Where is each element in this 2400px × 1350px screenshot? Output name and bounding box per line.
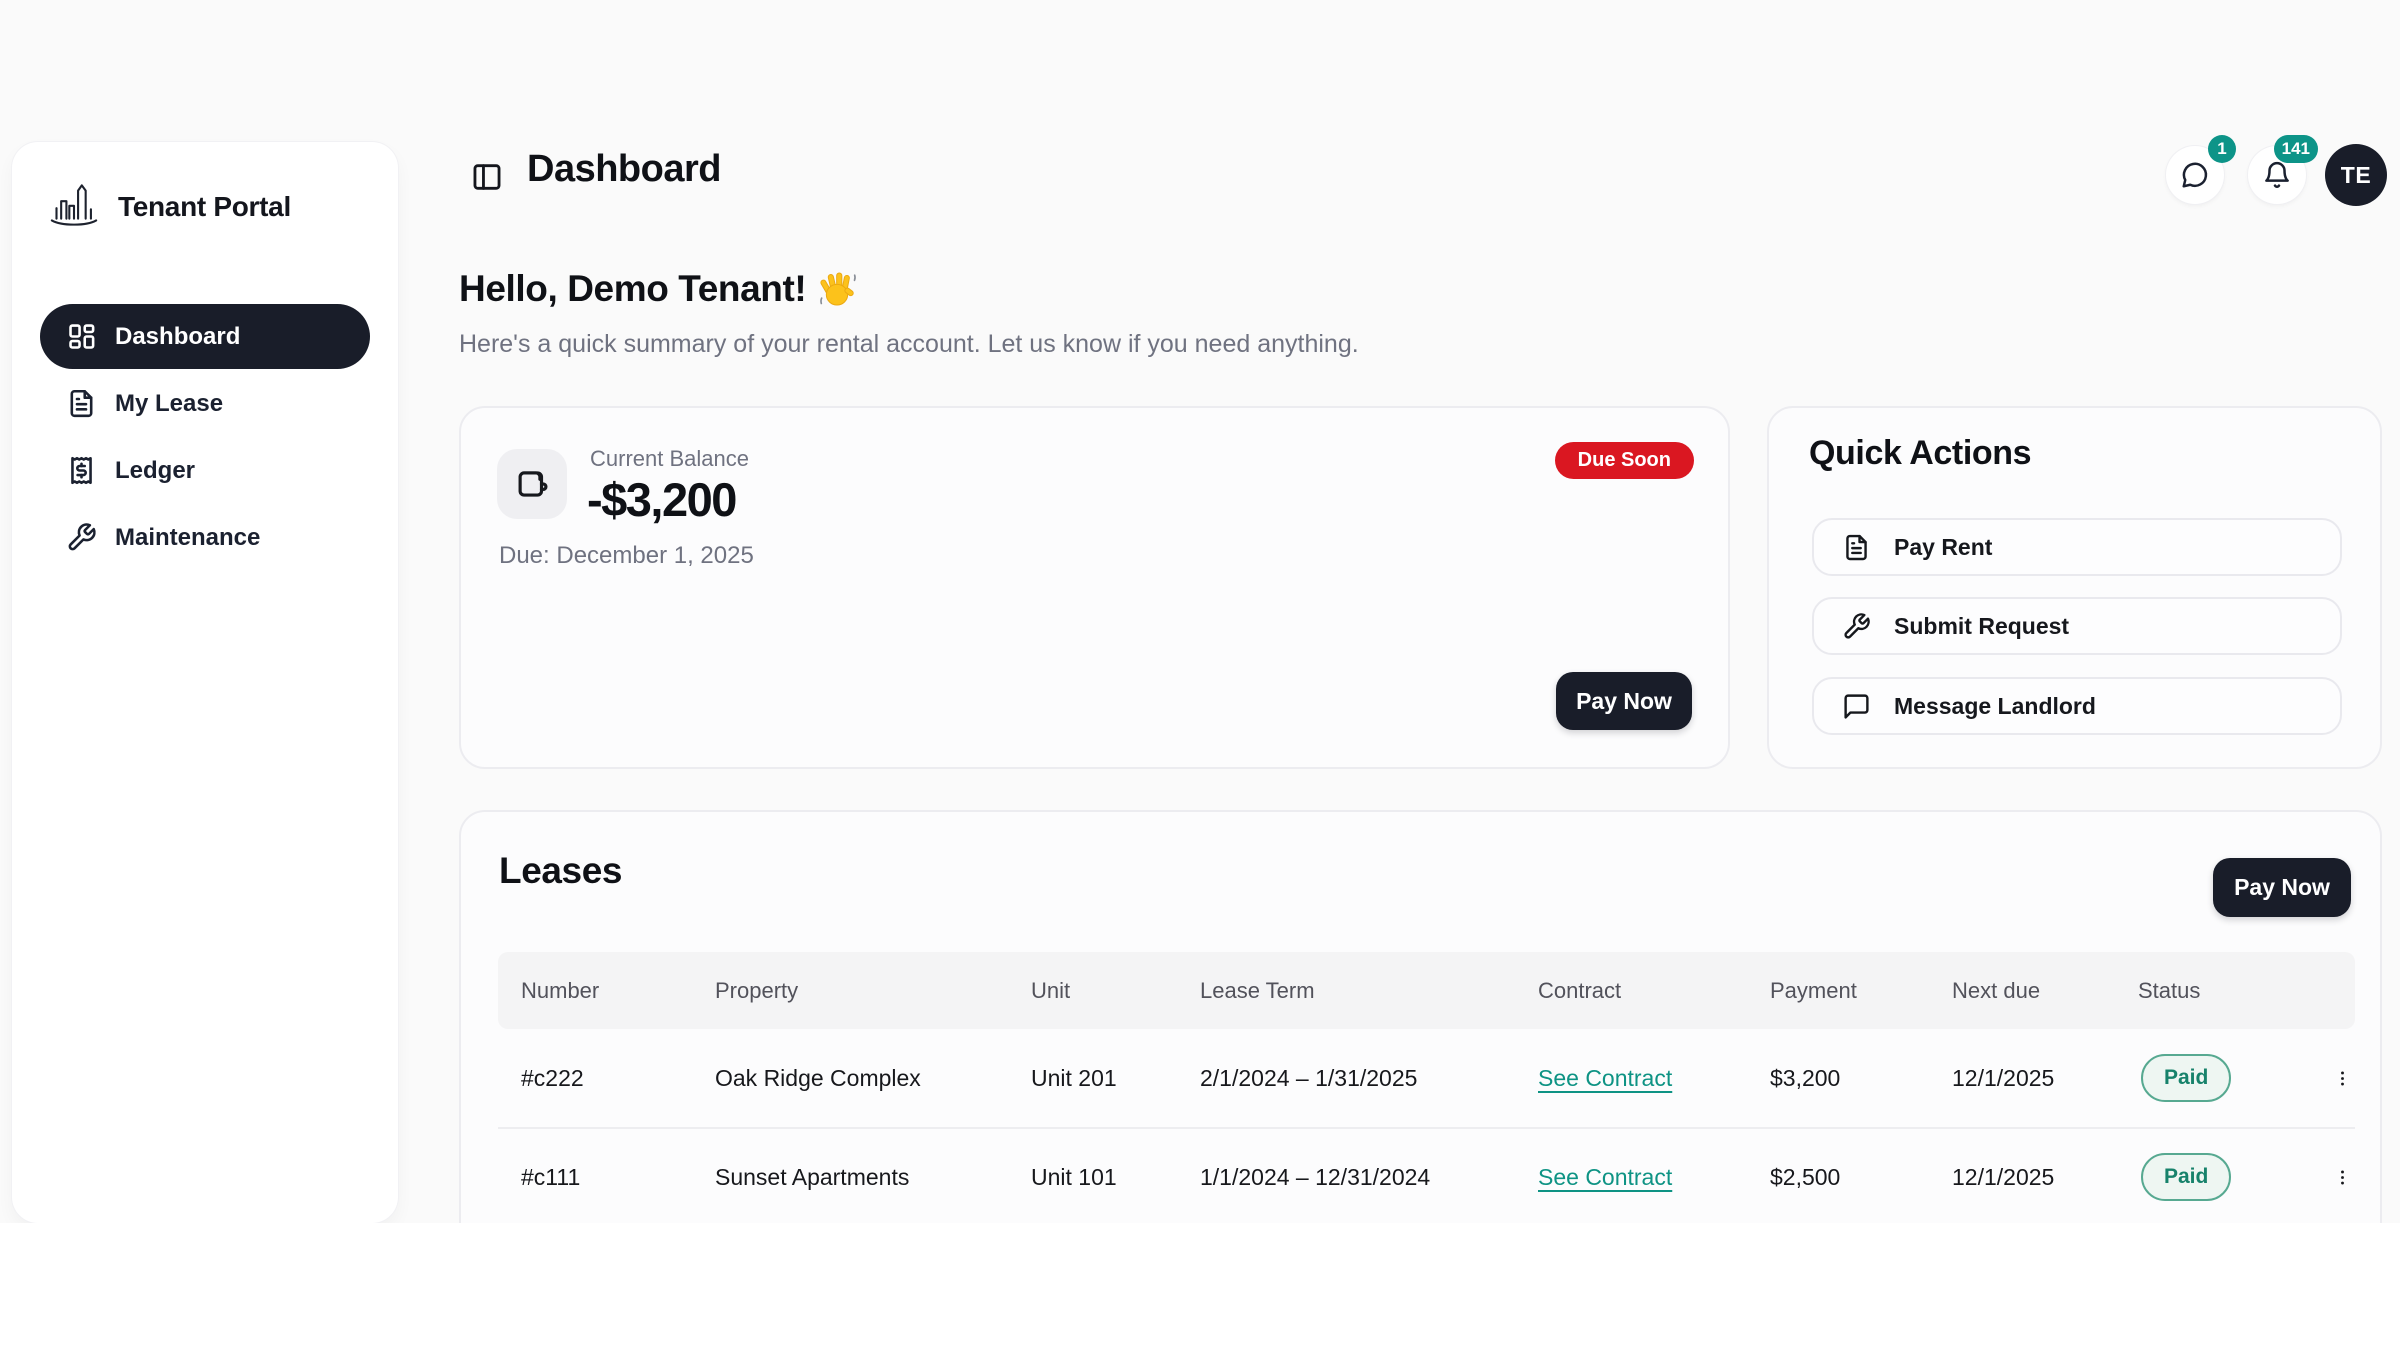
row-actions-menu-button[interactable] (2310, 1156, 2352, 1198)
column-header-number: Number (498, 978, 692, 1004)
action-label: Submit Request (1894, 613, 2069, 640)
sidebar-item-label: Dashboard (115, 323, 240, 351)
file-text-icon (66, 388, 97, 419)
pay-now-button[interactable]: Pay Now (1556, 672, 1692, 730)
column-header-unit: Unit (1008, 978, 1177, 1004)
sidebar-item-label: My Lease (115, 390, 223, 418)
message-landlord-button[interactable]: Message Landlord (1812, 677, 2342, 735)
wallet-icon-tile (497, 449, 567, 519)
row-actions-menu-button[interactable] (2310, 1057, 2352, 1099)
sidebar-item-dashboard[interactable]: Dashboard (40, 304, 370, 369)
messages-button[interactable]: 1 (2166, 146, 2224, 204)
current-balance-card: Current Balance -$3,200 Due Soon Due: De… (459, 406, 1730, 769)
more-vertical-icon (2333, 1164, 2352, 1191)
table-row: #c222 Oak Ridge Complex Unit 201 2/1/202… (498, 1029, 2355, 1127)
notifications-count-badge: 141 (2274, 135, 2318, 163)
message-square-icon (1842, 692, 1871, 721)
lease-unit: Unit 101 (1008, 1164, 1177, 1191)
action-label: Pay Rent (1894, 534, 1992, 561)
table-row: #c111 Sunset Apartments Unit 101 1/1/202… (498, 1127, 2355, 1223)
pay-rent-button[interactable]: Pay Rent (1812, 518, 2342, 576)
balance-amount: -$3,200 (587, 472, 736, 527)
sidebar-item-maintenance[interactable]: Maintenance (40, 505, 370, 570)
page-title: Dashboard (527, 148, 721, 191)
buildings-logo-icon (46, 178, 102, 236)
column-header-lease-term: Lease Term (1177, 978, 1515, 1004)
lease-next-due: 12/1/2025 (1929, 1164, 2115, 1191)
app-title: Tenant Portal (118, 191, 291, 223)
leases-title: Leases (499, 850, 622, 892)
wrench-icon (1842, 612, 1871, 641)
status-badge: Paid (2141, 1153, 2231, 1201)
lease-property: Oak Ridge Complex (692, 1065, 1008, 1092)
column-header-payment: Payment (1747, 978, 1929, 1004)
lease-unit: Unit 201 (1008, 1065, 1177, 1092)
sidebar: Tenant Portal Dashboard My Lease (12, 142, 398, 1223)
lease-property: Sunset Apartments (692, 1164, 1008, 1191)
quick-actions-title: Quick Actions (1809, 434, 2031, 473)
lease-term: 2/1/2024 – 1/31/2025 (1177, 1065, 1515, 1092)
column-header-property: Property (692, 978, 1008, 1004)
sidebar-item-label: Ledger (115, 457, 195, 485)
leases-card: Leases Pay Now Number Property Unit Leas… (459, 810, 2382, 1223)
wave-emoji-icon (818, 269, 858, 309)
lease-number: #c111 (498, 1164, 692, 1191)
lease-payment: $2,500 (1747, 1164, 1929, 1191)
user-avatar[interactable]: TE (2325, 144, 2387, 206)
column-header-status: Status (2115, 978, 2282, 1004)
see-contract-link[interactable]: See Contract (1538, 1065, 1672, 1091)
sidebar-nav: Dashboard My Lease Ledger (12, 304, 398, 570)
sidebar-item-label: Maintenance (115, 524, 260, 552)
submit-request-button[interactable]: Submit Request (1812, 597, 2342, 655)
greeting-text: Hello, Demo Tenant! (459, 268, 806, 310)
bell-icon (2262, 160, 2292, 190)
more-vertical-icon (2333, 1065, 2352, 1092)
greeting-subtitle: Here's a quick summary of your rental ac… (459, 330, 1359, 359)
lease-term: 1/1/2024 – 12/31/2024 (1177, 1164, 1515, 1191)
wrench-icon (66, 522, 97, 553)
wallet-icon (513, 465, 551, 503)
sidebar-item-ledger[interactable]: Ledger (40, 438, 370, 503)
lease-payment: $3,200 (1747, 1065, 1929, 1092)
balance-label: Current Balance (590, 446, 749, 472)
leases-pay-now-button[interactable]: Pay Now (2213, 858, 2351, 917)
app-logo: Tenant Portal (46, 178, 398, 236)
due-date-text: Due: December 1, 2025 (499, 542, 754, 570)
leases-table: Number Property Unit Lease Term Contract… (498, 952, 2355, 1223)
due-soon-badge: Due Soon (1555, 442, 1694, 479)
messages-count-badge: 1 (2208, 135, 2236, 163)
notifications-button[interactable]: 141 (2248, 146, 2306, 204)
greeting-heading: Hello, Demo Tenant! 👋 (459, 268, 858, 310)
chat-bubble-icon (2180, 160, 2210, 190)
app-window: Tenant Portal Dashboard My Lease (0, 0, 2400, 1223)
panel-left-icon (470, 160, 504, 194)
lease-next-due: 12/1/2025 (1929, 1065, 2115, 1092)
receipt-icon (66, 455, 97, 486)
column-header-next-due: Next due (1929, 978, 2115, 1004)
lease-number: #c222 (498, 1065, 692, 1092)
file-text-icon (1842, 533, 1871, 562)
sidebar-toggle-button[interactable] (466, 156, 508, 198)
quick-actions-card: Quick Actions Pay Rent Submit Request Me… (1767, 406, 2382, 769)
sidebar-item-my-lease[interactable]: My Lease (40, 371, 370, 436)
column-header-contract: Contract (1515, 978, 1747, 1004)
table-header-row: Number Property Unit Lease Term Contract… (498, 952, 2355, 1029)
see-contract-link[interactable]: See Contract (1538, 1164, 1672, 1190)
status-badge: Paid (2141, 1054, 2231, 1102)
action-label: Message Landlord (1894, 693, 2096, 720)
layout-dashboard-icon (66, 321, 97, 352)
